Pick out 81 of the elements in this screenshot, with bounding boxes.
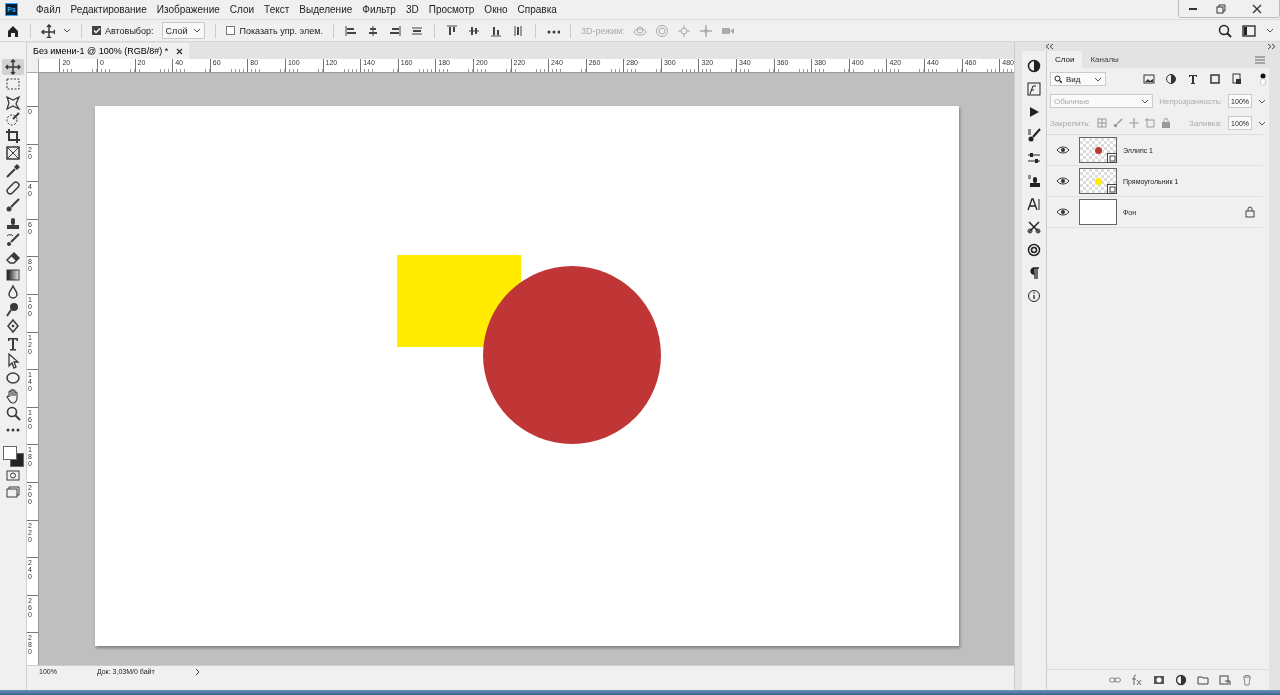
expand-icon[interactable] [1267,43,1276,50]
3d-mode-label: 3D-режим: [580,25,626,36]
fx-icon[interactable] [1131,674,1143,686]
type-filter-icon[interactable] [1186,72,1200,86]
adjustment-layer-icon[interactable] [1175,674,1187,686]
collapse-icon[interactable] [1045,43,1054,50]
caret-icon [1141,97,1150,105]
panel-tab[interactable]: Слои [1047,51,1083,68]
eye-icon [1056,176,1070,186]
lock-label: Закрепить: [1050,118,1091,128]
minimize-icon [1189,7,1197,10]
caret-icon [63,27,71,34]
menu-item[interactable]: 3D [400,4,424,15]
filter-toggle-icon[interactable] [1260,72,1266,86]
fill-caret-icon [1258,119,1266,127]
opacity-label: Непрозрачность: [1159,96,1223,106]
checkbox-label: Автовыбор: [105,25,154,36]
layer-thumbnail [1079,199,1117,225]
trash-icon[interactable] [1241,674,1253,686]
checkbox[interactable] [92,26,101,35]
target-dropdown[interactable]: Слой [161,22,206,39]
menu-item[interactable]: Справка [512,4,562,15]
adjustments-icon[interactable] [1027,59,1041,73]
folder-icon[interactable] [1197,674,1209,686]
close-icon [1252,3,1262,14]
sliders-icon[interactable] [1027,151,1041,165]
smart-object-icon [1107,153,1117,163]
smart-filter-icon[interactable] [1230,72,1244,86]
brush-presets-icon[interactable] [1027,128,1041,142]
workspace-icon[interactable] [1242,23,1256,38]
align-left-icon[interactable] [343,23,358,38]
menu-item[interactable]: Фильтр [357,4,401,15]
menu-item[interactable]: Окно [479,4,513,15]
align-top-icon[interactable] [444,23,459,38]
menu-item[interactable]: Редактирование [65,4,152,15]
checkbox-label: Показать упр. элем. [239,25,323,36]
info-icon[interactable] [1027,289,1041,303]
caret-icon [1094,75,1102,83]
document-tab[interactable]: Без имени-1 @ 100% (RGB/8#) * [27,43,190,59]
menu-item[interactable]: Файл [31,4,66,15]
close-icon[interactable] [176,47,184,55]
fill-label: Заливка: [1189,118,1223,128]
move-icon[interactable] [41,23,55,38]
color-swatches[interactable] [3,445,23,466]
eye-icon [1056,207,1070,217]
menu-item[interactable]: Просмотр [423,4,480,15]
eye-icon [1056,145,1070,155]
roll-icon [655,23,670,38]
slide-icon [699,23,714,38]
restore-icon [1216,3,1226,14]
menu-item[interactable]: Изображение [151,4,225,15]
menu-item[interactable]: Текст [259,4,295,15]
search-icon [1054,75,1062,83]
image-filter-icon[interactable] [1142,72,1156,86]
smart-object-icon [1107,184,1117,194]
orbit-icon [633,23,648,38]
pan-icon [677,23,692,38]
shape-filter-icon[interactable] [1208,72,1222,86]
play-icon[interactable] [1027,105,1041,119]
character-icon[interactable] [1027,197,1041,211]
workspace-caret-icon [1266,27,1274,34]
menu-item[interactable]: Слои [224,4,260,15]
glyphs-icon[interactable] [1027,243,1041,257]
lock-icon [1245,206,1255,218]
opacity-caret-icon [1258,97,1266,105]
home-icon[interactable] [6,23,20,38]
checkbox[interactable] [226,26,236,35]
mask-icon[interactable] [1153,674,1165,686]
new-layer-icon[interactable] [1219,674,1231,686]
chevron-right-icon[interactable] [194,667,201,676]
link-icon[interactable] [1109,676,1121,684]
layer-filter-dropdown[interactable]: Вид [1050,72,1106,86]
menu-item[interactable]: Выделение [294,4,358,15]
paragraph-icon[interactable] [1027,266,1041,280]
adjustment-filter-icon[interactable] [1164,72,1178,86]
caret-icon [193,27,202,34]
align-right-icon[interactable] [387,23,402,38]
styles-icon[interactable] [1027,82,1041,96]
check-icon [92,27,101,34]
clone-source-icon[interactable] [1027,174,1041,188]
search-icon[interactable] [1218,23,1232,38]
